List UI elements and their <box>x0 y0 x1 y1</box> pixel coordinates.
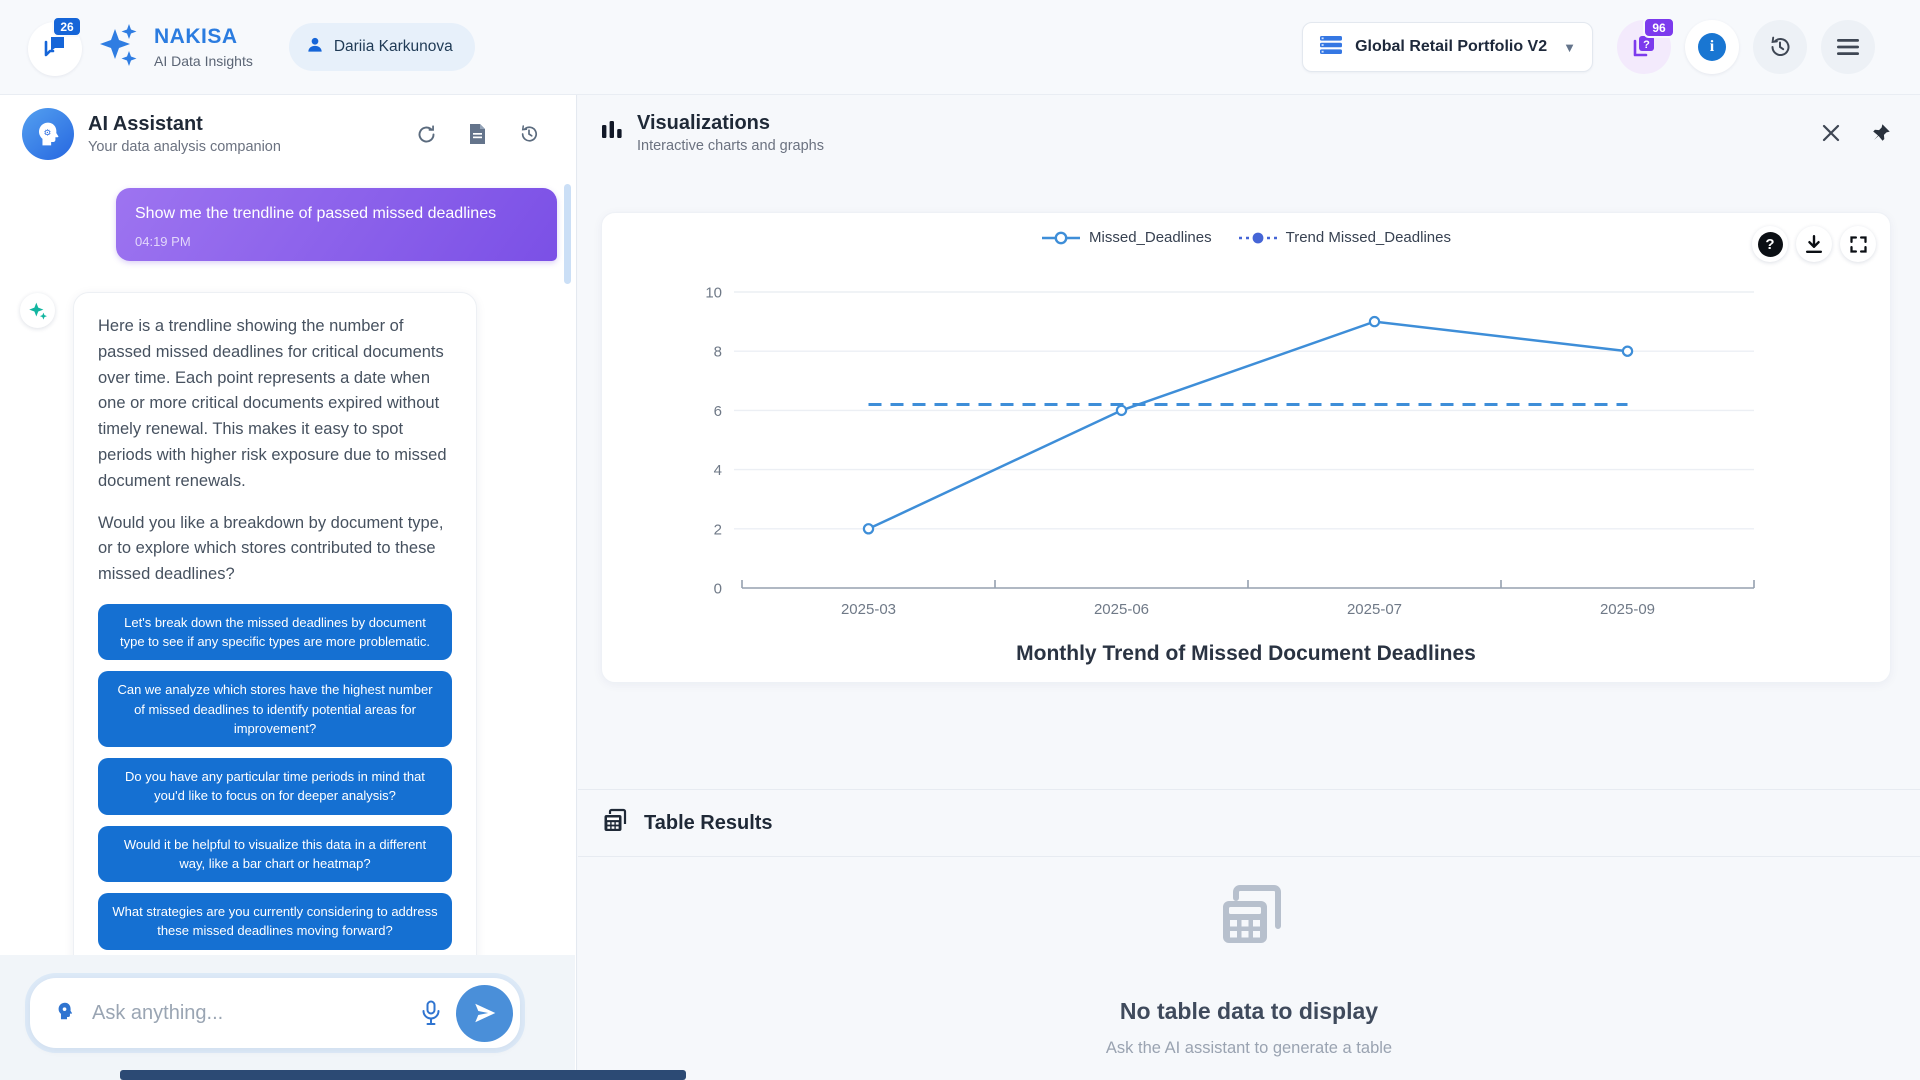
empty-state-title: No table data to display <box>578 998 1920 1025</box>
svg-text:2025-07: 2025-07 <box>1347 601 1402 618</box>
person-icon <box>305 35 325 60</box>
svg-text:10: 10 <box>705 285 722 302</box>
chat-input-area <box>0 955 575 1080</box>
visualization-panel: Visualizations Interactive charts and gr… <box>578 95 1920 1080</box>
ai-assistant-avatar: ⚙ <box>22 108 74 160</box>
mic-icon <box>420 1000 442 1026</box>
assistant-head-icon <box>54 1000 76 1027</box>
user-message-text: Show me the trendline of passed missed d… <box>135 203 538 225</box>
sparkles-icon <box>98 21 142 74</box>
brand-subtitle: AI Data Insights <box>154 53 253 69</box>
portfolio-selector[interactable]: Global Retail Portfolio V2 ▼ <box>1302 22 1593 72</box>
chart-title: Monthly Trend of Missed Document Deadlin… <box>602 642 1890 666</box>
chart-card: Missed_Deadlines Trend Missed_Deadlines … <box>601 212 1891 683</box>
chat-panel: ⚙ AI Assistant Your data analysis compan… <box>0 95 577 1080</box>
brand-block: NAKISA AI Data Insights <box>154 25 253 68</box>
chat-scrollbar[interactable] <box>564 184 571 284</box>
svg-text:0: 0 <box>714 581 722 598</box>
svg-text:6: 6 <box>714 403 722 420</box>
bar-chart-icon <box>601 118 623 149</box>
svg-text:2025-06: 2025-06 <box>1094 601 1149 618</box>
svg-text:2: 2 <box>714 521 722 538</box>
user-message-bubble: Show me the trendline of passed missed d… <box>116 188 557 261</box>
svg-text:8: 8 <box>714 344 722 361</box>
empty-state-subtitle: Ask the AI assistant to generate a table <box>578 1039 1920 1058</box>
portfolio-label: Global Retail Portfolio V2 <box>1355 38 1547 56</box>
suggestion-button-5[interactable]: What strategies are you currently consid… <box>98 893 452 949</box>
chat-history-button[interactable] <box>518 123 540 145</box>
history-button[interactable] <box>1753 20 1807 74</box>
ask-anything-input[interactable] <box>92 1002 420 1025</box>
send-button[interactable] <box>456 985 513 1042</box>
suggestion-list: Let's break down the missed deadlines by… <box>98 604 452 950</box>
chat-input-pill <box>30 978 520 1048</box>
hamburger-icon <box>1835 36 1861 58</box>
document-icon <box>468 123 487 145</box>
suggestion-button-4[interactable]: Would it be helpful to visualize this da… <box>98 826 452 882</box>
app-root: 26 NAKISA AI Data Insights Dariia Karkun… <box>0 0 1920 1080</box>
clock-history-icon <box>518 123 540 145</box>
assistant-paragraph-1: Here is a trendline showing the number o… <box>98 314 452 495</box>
close-icon <box>1820 122 1842 144</box>
viz-title: Visualizations <box>637 111 824 135</box>
viz-subtitle: Interactive charts and graphs <box>637 138 824 155</box>
notification-badge: 26 <box>52 16 82 37</box>
messages-viewport[interactable]: Show me the trendline of passed missed d… <box>0 173 576 955</box>
brand-name: NAKISA <box>154 25 253 49</box>
pin-icon <box>1870 122 1892 144</box>
help-docs-button[interactable]: ? 96 <box>1617 20 1671 74</box>
chat-panel-subtitle: Your data analysis companion <box>88 139 281 156</box>
table-results-title: Table Results <box>644 812 773 835</box>
user-name: Dariia Karkunova <box>334 38 453 56</box>
top-bar: 26 NAKISA AI Data Insights Dariia Karkun… <box>0 0 1920 95</box>
chat-header: ⚙ AI Assistant Your data analysis compan… <box>0 95 576 173</box>
document-button[interactable] <box>468 123 487 145</box>
table-empty-state: No table data to display Ask the AI assi… <box>578 881 1920 1058</box>
top-icon-group: ? 96 i <box>1617 20 1875 74</box>
empty-table-icon <box>1212 942 1286 959</box>
assistant-sparkle-avatar <box>20 293 55 328</box>
suggestion-button-3[interactable]: Do you have any particular time periods … <box>98 758 452 814</box>
svg-text:⚙: ⚙ <box>43 127 51 137</box>
bottom-bar <box>120 1070 686 1080</box>
user-pill[interactable]: Dariia Karkunova <box>289 23 475 71</box>
svg-text:?: ? <box>1643 39 1650 51</box>
chevron-down-icon: ▼ <box>1563 40 1576 55</box>
suggestion-button-2[interactable]: Can we analyze which stores have the hig… <box>98 671 452 747</box>
trend-line-chart[interactable]: 0 2 4 6 8 10 2025-03 2025-06 2025-07 2025-09 <box>602 213 1892 684</box>
table-results-header: Table Results <box>578 789 1920 857</box>
refresh-icon <box>416 124 437 145</box>
history-icon <box>1767 34 1793 60</box>
list-icon <box>1319 34 1343 61</box>
svg-text:4: 4 <box>714 462 722 479</box>
viz-header: Visualizations Interactive charts and gr… <box>578 95 1920 171</box>
table-icon <box>601 807 629 840</box>
suggestion-button-1[interactable]: Let's break down the missed deadlines by… <box>98 604 452 660</box>
user-message-time: 04:19 PM <box>135 234 538 249</box>
svg-text:2025-03: 2025-03 <box>841 601 896 618</box>
help-badge: 96 <box>1643 17 1675 38</box>
info-button[interactable]: i <box>1685 20 1739 74</box>
mic-button[interactable] <box>420 1000 442 1026</box>
svg-text:2025-09: 2025-09 <box>1600 601 1655 618</box>
pin-panel-button[interactable] <box>1870 122 1892 144</box>
assistant-paragraph-2: Would you like a breakdown by document t… <box>98 511 452 588</box>
close-panel-button[interactable] <box>1820 122 1842 144</box>
refresh-chat-button[interactable] <box>416 124 437 145</box>
app-logo[interactable]: 26 <box>28 16 88 78</box>
menu-button[interactable] <box>1821 20 1875 74</box>
info-icon: i <box>1698 33 1726 61</box>
chat-panel-title: AI Assistant <box>88 112 281 136</box>
assistant-message-bubble: Here is a trendline showing the number o… <box>73 292 477 955</box>
send-icon <box>472 1000 498 1026</box>
